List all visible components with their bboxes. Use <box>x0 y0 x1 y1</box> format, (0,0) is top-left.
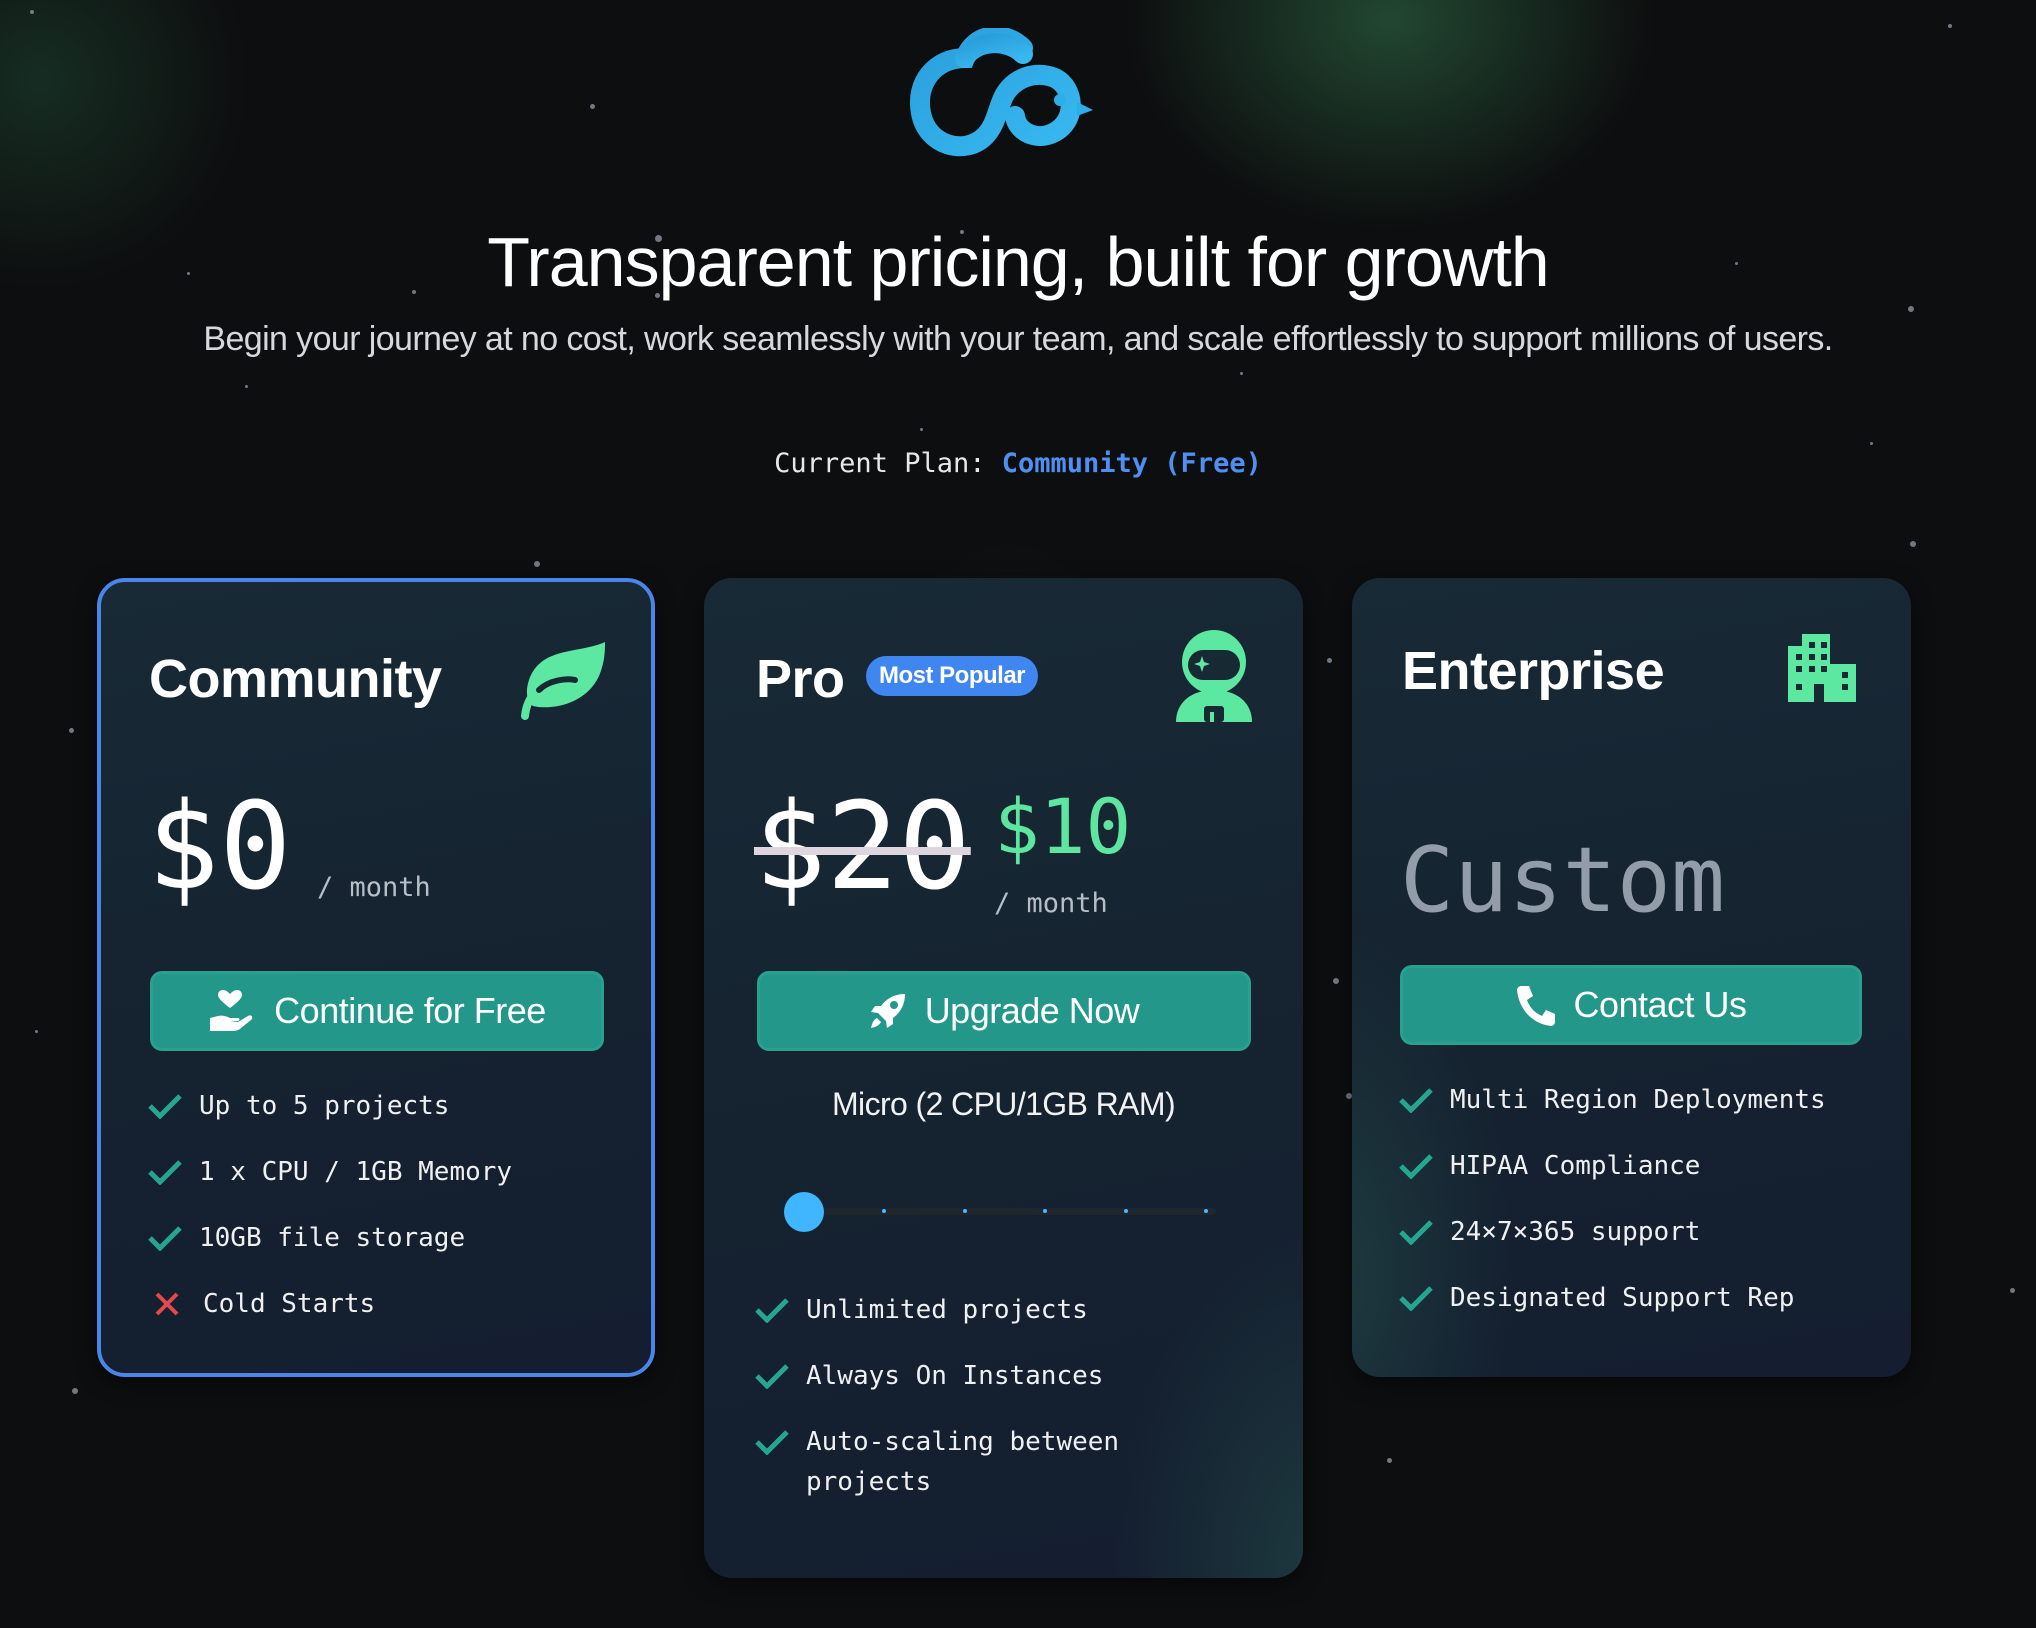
instance-tier-label: Micro (2 CPU/1GB RAM) <box>832 1086 1176 1122</box>
star-dot <box>590 104 595 109</box>
plan-title: Enterprise <box>1402 641 1665 701</box>
cta-label: Contact Us <box>1573 984 1747 1025</box>
slider-track <box>794 1208 1216 1215</box>
star-dot <box>72 1388 78 1394</box>
check-icon <box>1398 1278 1434 1318</box>
most-popular-badge: Most Popular <box>866 656 1039 696</box>
plan-card-enterprise: Enterprise Custom Contact Us Multi Regio… <box>1352 578 1911 1377</box>
check-icon <box>754 1356 790 1396</box>
slider-tick[interactable] <box>1204 1209 1208 1213</box>
cloud-bird-logo-icon <box>909 28 1093 157</box>
page-subtitle: Begin your journey at no cost, work seam… <box>203 320 1833 358</box>
contact-us-button[interactable]: Contact Us <box>1400 965 1862 1045</box>
price-period: / month <box>317 872 431 903</box>
slider-tick[interactable] <box>1123 1209 1128 1213</box>
feature-item: Up to 5 projects <box>147 1086 512 1152</box>
check-icon <box>147 1086 183 1126</box>
star-dot <box>1327 658 1332 663</box>
star-dot <box>1333 978 1339 984</box>
discounted-price: $10 <box>994 782 1132 871</box>
star-dot <box>30 10 34 14</box>
astronaut-icon <box>1176 630 1252 722</box>
price-period: / month <box>994 888 1108 919</box>
check-icon <box>147 1218 183 1258</box>
star-dot <box>1870 442 1873 445</box>
feature-item: 1 x CPU / 1GB Memory <box>147 1152 512 1218</box>
upgrade-now-button[interactable]: Upgrade Now <box>757 971 1251 1051</box>
star-dot <box>1908 306 1914 312</box>
current-plan-label: Current Plan: <box>774 448 986 479</box>
feature-item: 10GB file storage <box>147 1218 512 1284</box>
rocket-icon <box>870 994 905 1028</box>
original-price: $20 <box>754 778 971 917</box>
building-icon <box>1788 634 1856 702</box>
instance-tier-slider[interactable] <box>784 1192 1224 1232</box>
current-plan-indicator: Current Plan: Community (Free) <box>0 448 2036 479</box>
page-title: Transparent pricing, built for growth <box>487 223 1549 301</box>
star-dot <box>35 1030 38 1033</box>
current-plan-value: Community (Free) <box>1001 448 1262 479</box>
plan-price: $0 <box>147 778 292 917</box>
leaf-icon <box>521 642 605 720</box>
check-icon <box>147 1152 183 1192</box>
feature-item: Auto-scaling between projects <box>754 1422 1254 1532</box>
star-dot <box>920 428 923 431</box>
continue-free-button[interactable]: Continue for Free <box>150 971 604 1051</box>
feature-item: Multi Region Deployments <box>1398 1080 1826 1146</box>
check-icon <box>754 1290 790 1330</box>
feature-item: Designated Support Rep <box>1398 1278 1826 1344</box>
star-dot <box>2010 1288 2015 1293</box>
slider-tick[interactable] <box>962 1209 967 1213</box>
plan-title: Pro <box>756 649 845 709</box>
cta-label: Continue for Free <box>274 990 546 1031</box>
feature-item: HIPAA Compliance <box>1398 1146 1826 1212</box>
slider-thumb[interactable] <box>784 1192 824 1232</box>
check-icon <box>1398 1080 1434 1120</box>
feature-list: Unlimited projects Always On Instances A… <box>754 1290 1254 1532</box>
plan-card-pro: Pro Most Popular $20 $10 / month Upgrade… <box>704 578 1303 1578</box>
plan-price: Custom <box>1400 828 1726 933</box>
star-dot <box>245 385 248 388</box>
feature-item: 24×7×365 support <box>1398 1212 1826 1278</box>
cross-icon <box>147 1284 187 1324</box>
plan-title: Community <box>149 649 442 709</box>
star-dot <box>1910 541 1916 547</box>
feature-item: Cold Starts <box>147 1284 512 1350</box>
check-icon <box>754 1422 790 1462</box>
hand-heart-icon <box>210 990 253 1031</box>
plan-card-community: Community $0 / month Continue for Free U… <box>97 578 655 1377</box>
feature-list: Multi Region Deployments HIPAA Complianc… <box>1398 1080 1826 1344</box>
star-dot <box>1240 372 1243 375</box>
check-icon <box>1398 1212 1434 1252</box>
star-dot <box>534 561 540 567</box>
feature-item: Unlimited projects <box>754 1290 1254 1356</box>
star-dot <box>69 728 74 733</box>
feature-list: Up to 5 projects 1 x CPU / 1GB Memory 10… <box>147 1086 512 1350</box>
cta-label: Upgrade Now <box>924 990 1140 1031</box>
feature-item: Always On Instances <box>754 1356 1254 1422</box>
check-icon <box>1398 1146 1434 1186</box>
star-dot <box>1387 1458 1392 1463</box>
star-dot <box>1948 24 1952 28</box>
phone-icon <box>1517 986 1556 1026</box>
